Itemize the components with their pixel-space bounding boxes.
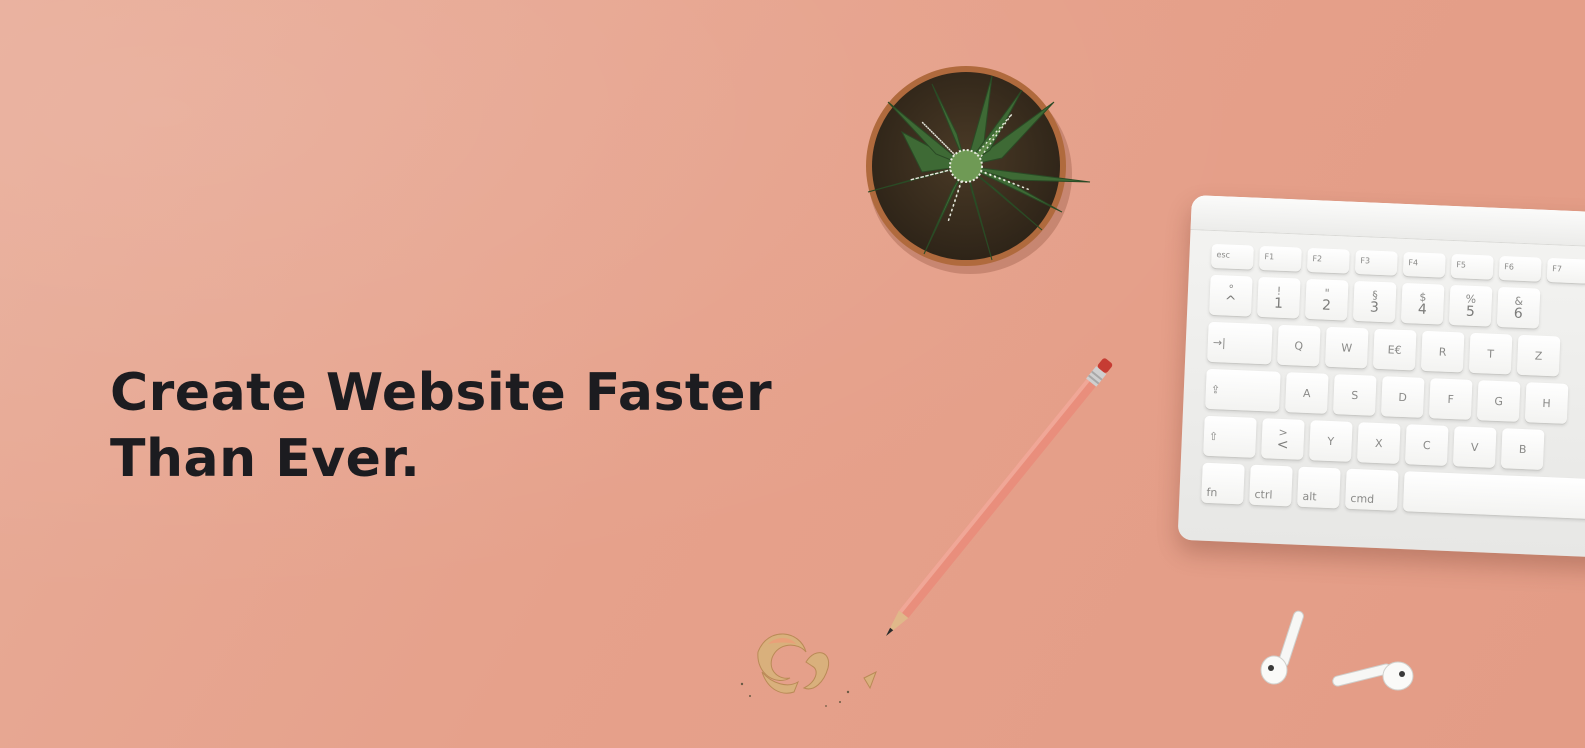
key-caret: ° ^ bbox=[1208, 274, 1253, 317]
keyboard-qwerty-row: →| Q W E€ R T Z bbox=[1207, 321, 1585, 379]
key-z: Z bbox=[1516, 334, 1561, 377]
key-bottom-label: 6 bbox=[1513, 305, 1524, 322]
key-f7: F7 bbox=[1546, 257, 1585, 284]
earbuds-icon bbox=[1332, 661, 1414, 691]
key-bottom-label: < bbox=[1276, 436, 1289, 454]
key-t: T bbox=[1468, 332, 1513, 375]
key-v: V bbox=[1452, 426, 1497, 468]
key-f1: F1 bbox=[1258, 245, 1302, 272]
key-caps-lock: ⇪ bbox=[1205, 368, 1281, 412]
headline-line-2: Than Ever. bbox=[110, 429, 421, 489]
key-f: F bbox=[1428, 378, 1473, 420]
key-5: % 5 bbox=[1448, 284, 1493, 327]
key-3: § 3 bbox=[1352, 280, 1397, 323]
key-1: ! 1 bbox=[1256, 276, 1301, 319]
hero-headline: Create Website Faster Than Ever. bbox=[110, 360, 772, 492]
keyboard-icon: esc F1 F2 F3 F4 F5 F6 F7 ° ^ ! 1 " 2 § 3 $4 … bbox=[1177, 195, 1585, 559]
key-a: A bbox=[1284, 372, 1329, 414]
key-4: $4 bbox=[1400, 282, 1445, 325]
key-alt: alt bbox=[1297, 466, 1341, 509]
key-tab: →| bbox=[1207, 321, 1273, 365]
key-s: S bbox=[1332, 374, 1377, 416]
succulent-plant-icon bbox=[866, 66, 1091, 274]
key-shift: ⇧ bbox=[1203, 415, 1257, 458]
key-bottom-label: 2 bbox=[1321, 297, 1332, 314]
key-d: D bbox=[1380, 376, 1425, 418]
key-f4: F4 bbox=[1402, 251, 1446, 278]
keyboard-number-row: ° ^ ! 1 " 2 § 3 $4 % 5 & 6 bbox=[1208, 274, 1585, 332]
key-cmd: cmd bbox=[1344, 468, 1399, 511]
keyboard-home-row: ⇪ A S D F G H bbox=[1205, 368, 1585, 426]
keyboard-rim bbox=[1190, 195, 1585, 250]
key-2: " 2 bbox=[1304, 278, 1349, 321]
key-bottom-label: 5 bbox=[1465, 303, 1476, 320]
keyboard-keys: esc F1 F2 F3 F4 F5 F6 F7 ° ^ ! 1 " 2 § 3 $4 … bbox=[1201, 243, 1585, 527]
key-e: E€ bbox=[1372, 328, 1417, 371]
key-bottom-label: 1 bbox=[1273, 295, 1284, 312]
key-ctrl: ctrl bbox=[1249, 464, 1293, 507]
key-x: X bbox=[1356, 422, 1401, 464]
key-b: B bbox=[1500, 428, 1545, 470]
earbuds-icon bbox=[1260, 610, 1304, 685]
headline-line-1: Create Website Faster bbox=[110, 363, 773, 423]
pencil-icon bbox=[886, 358, 1113, 636]
key-fn: fn bbox=[1201, 462, 1245, 505]
key-space bbox=[1402, 471, 1585, 520]
key-f5: F5 bbox=[1450, 253, 1494, 280]
key-q: Q bbox=[1276, 324, 1321, 367]
key-r: R bbox=[1420, 330, 1465, 373]
key-bottom-label: 4 bbox=[1417, 301, 1428, 318]
key-esc: esc bbox=[1210, 243, 1254, 270]
key-h: H bbox=[1524, 382, 1569, 424]
hero-banner: Create Website Faster Than Ever. esc F1 … bbox=[0, 0, 1585, 748]
keyboard-modifier-row: fn ctrl alt cmd bbox=[1201, 462, 1585, 520]
key-c: C bbox=[1404, 424, 1449, 466]
key-y: Y bbox=[1309, 420, 1353, 462]
keyboard-bottom-letter-row: ⇧ > < Y X C V B bbox=[1203, 415, 1585, 473]
key-f6: F6 bbox=[1498, 255, 1542, 282]
key-bottom-label: ^ bbox=[1224, 293, 1237, 310]
key-g: G bbox=[1476, 380, 1521, 422]
key-angle-brackets: > < bbox=[1261, 418, 1305, 460]
key-bottom-label: 3 bbox=[1369, 299, 1380, 316]
key-f3: F3 bbox=[1354, 249, 1398, 276]
key-f2: F2 bbox=[1306, 247, 1350, 274]
key-w: W bbox=[1324, 326, 1369, 369]
pencil-shavings-icon bbox=[740, 633, 877, 707]
key-6: & 6 bbox=[1496, 286, 1541, 329]
